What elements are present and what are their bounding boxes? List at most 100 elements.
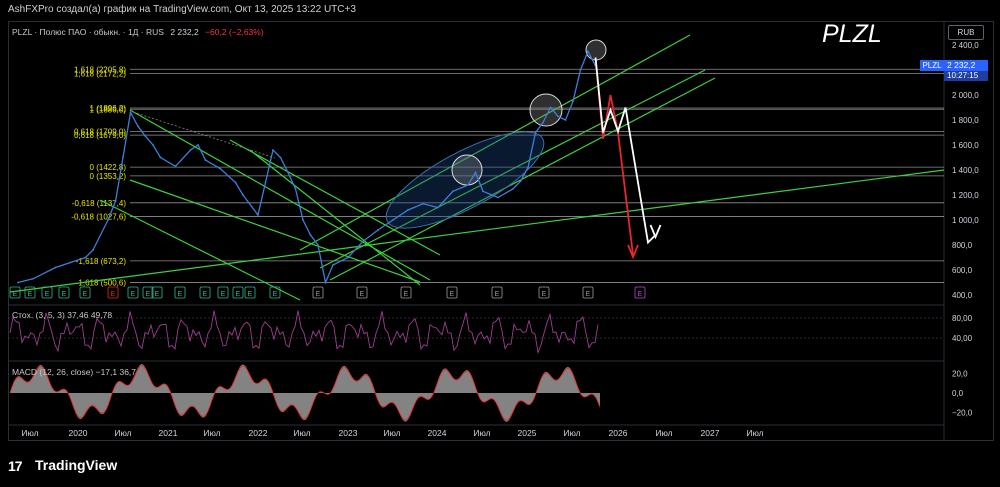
earnings-marker-label: E [45, 291, 50, 298]
highlight-circle [451, 154, 483, 186]
price-point [204, 159, 207, 161]
price-point [294, 187, 297, 190]
last-price-tag: PLZL 2 232,2 10:27:15 [920, 60, 988, 81]
price-point [159, 156, 162, 159]
highlight-circle [585, 39, 607, 61]
price-point [467, 184, 469, 186]
fib-level-label: 1 (1886,0) [90, 105, 127, 114]
chart-canvas: 1,618 (2205,8)1,618 (2172,2)1 (1896,2)1 … [8, 21, 979, 441]
earnings-marker-label: E [542, 291, 547, 298]
price-point [437, 206, 439, 209]
price-point [189, 149, 192, 151]
price-point [174, 165, 177, 168]
price-point [324, 281, 327, 284]
price-point [287, 171, 289, 174]
price-point [137, 125, 139, 128]
price-point [452, 190, 454, 193]
x-tick-label: 2027 [701, 428, 720, 438]
price-point [257, 214, 259, 216]
y-tick-label: 1 400,0 [952, 166, 979, 175]
price-tag-value: 2 232,2 [944, 60, 988, 71]
price-point [234, 181, 237, 184]
price-point [32, 277, 34, 280]
price-point [129, 111, 132, 114]
price-point [107, 219, 109, 221]
x-tick-label: Июл [203, 428, 220, 438]
y-tick-label: 2 000,0 [952, 91, 979, 100]
price-change: −60,2 (−2,63%) [205, 27, 264, 37]
earnings-marker-label: E [28, 291, 33, 298]
fib-level-label: -0,618 (1027,6) [71, 213, 126, 222]
price-point [579, 69, 582, 71]
trend-line [99, 199, 301, 301]
x-tick-label: 2023 [339, 428, 358, 438]
x-tick-label: Июл [473, 428, 490, 438]
earnings-marker-label: E [450, 291, 455, 298]
price-point [144, 135, 147, 138]
price-point [519, 180, 522, 183]
x-tick-label: 2026 [609, 428, 628, 438]
price-point [197, 144, 199, 146]
tradingview-logo: 17 TradingView [8, 457, 138, 475]
fib-level-label: 0,618 (1679,0) [74, 131, 126, 140]
earnings-marker-label: E [586, 291, 591, 298]
price-point [219, 167, 222, 170]
macd-tick-label: 20,0 [952, 370, 968, 379]
stoch-tick-label: 40,00 [952, 334, 973, 343]
y-tick-label: 600,0 [952, 266, 973, 275]
x-tick-label: Июл [655, 428, 672, 438]
tradingview-mark-icon: 17 [8, 458, 23, 474]
price-point [309, 234, 312, 236]
highlight-circle [529, 93, 563, 127]
price-point [482, 190, 484, 193]
price-point [92, 249, 94, 251]
price-point [69, 261, 72, 264]
x-tick-label: Июл [746, 428, 763, 438]
price-point [564, 119, 567, 121]
price-point [549, 106, 552, 109]
earnings-marker-label: E [131, 291, 136, 298]
price-point [332, 264, 334, 266]
last-price: 2 232,2 [170, 27, 199, 37]
macd-legend: MACD (12, 26, close) −17,1 36,7 [12, 367, 137, 377]
currency-button[interactable]: RUB [948, 25, 984, 40]
earnings-marker-label: E [203, 291, 208, 298]
price-point [84, 256, 87, 259]
x-tick-label: 2020 [69, 428, 88, 438]
earnings-marker-label: E [248, 291, 253, 298]
earnings-marker-label: E [62, 291, 67, 298]
x-tick-label: 2022 [249, 428, 268, 438]
price-point [17, 281, 19, 284]
price-point [572, 100, 574, 103]
price-point [362, 240, 364, 243]
earnings-marker-label: E [404, 291, 409, 298]
earnings-marker-label: E [316, 291, 321, 298]
price-point [122, 156, 124, 159]
price-tag-time: 10:27:15 [944, 71, 988, 81]
stoch-legend: Стох. (3, 5, 3) 37,46 49,78 [12, 310, 113, 320]
projection-path [594, 57, 634, 256]
earnings-marker-label: E [13, 291, 18, 298]
tradingview-wordmark: TradingView [35, 457, 118, 473]
y-tick-label: 1 200,0 [952, 191, 979, 200]
stoch-tick-label: 80,00 [952, 314, 973, 323]
price-point [527, 166, 529, 169]
macd-tick-label: −20,0 [952, 408, 973, 417]
price-point [542, 121, 544, 124]
price-point [587, 50, 589, 53]
y-tick-label: 1 600,0 [952, 141, 979, 150]
earnings-marker-label: E [111, 291, 116, 298]
earnings-marker-label: E [273, 291, 278, 298]
earnings-marker-label: E [360, 291, 365, 298]
x-tick-label: Июл [563, 428, 580, 438]
price-point [264, 181, 267, 184]
earnings-marker-label: E [178, 291, 183, 298]
y-tick-label: 400,0 [952, 291, 973, 300]
macd-tick-label: 0,0 [952, 389, 964, 398]
x-tick-label: 2025 [518, 428, 537, 438]
y-tick-label: 800,0 [952, 241, 973, 250]
footer [0, 448, 1000, 487]
price-point [557, 115, 559, 118]
price-point [407, 209, 409, 211]
price-point [114, 200, 117, 203]
